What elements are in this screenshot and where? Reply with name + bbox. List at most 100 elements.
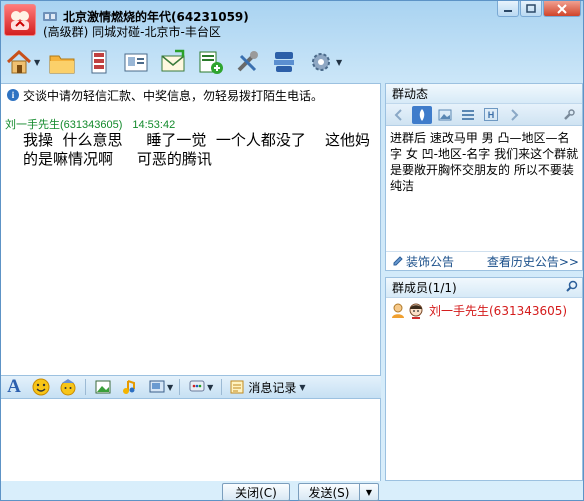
home-icon [6,49,32,74]
settings-badge-icon [274,52,294,72]
history-announcement-link[interactable]: 查看历史公告>> [487,253,579,270]
search-icon [566,280,578,292]
history-dropdown-arrow[interactable]: ▼ [299,383,305,392]
tab-list[interactable] [458,106,478,124]
tab-photos[interactable] [435,106,455,124]
tab-scroll-left[interactable] [389,106,409,124]
news-settings-button[interactable] [559,106,579,124]
group-name: 北京激情燃烧的年代(64231059) [63,9,249,24]
toolbar-divider [85,379,86,395]
right-panel: 群动态 H 进群后 速改马甲 男 凸—地区—名字 女 凹-地区-名字 我们来这个… [385,83,583,481]
magic-face-icon [60,379,76,396]
wrench-icon [564,108,575,120]
home-dropdown-arrow[interactable]: ▼ [34,58,42,67]
list-icon [462,109,474,120]
group-album-button[interactable] [83,46,115,78]
tab-homepage[interactable]: H [481,106,501,124]
group-mail-button[interactable] [157,46,189,78]
font-icon: A [7,376,21,397]
send-button[interactable]: 发送(S) [298,483,360,501]
send-options-button[interactable]: ▼ [359,483,379,501]
maximize-button[interactable] [520,1,542,17]
member-list-item[interactable]: 刘一手先生(631343605) [386,298,582,319]
homepage-icon: H [484,108,498,121]
message-header: 刘一手先生(631343605) 14:53:42 [5,116,175,132]
home-button[interactable] [3,46,35,78]
title-row: 北京激情燃烧的年代(64231059) [43,8,249,24]
message-input[interactable] [1,399,381,481]
group-news-footer: 装饰公告 查看历史公告>> [386,251,582,270]
group-share-button[interactable] [46,46,78,78]
message-time: 14:53:42 [132,119,176,131]
window-controls [496,1,581,17]
chevron-left-icon [394,108,402,121]
options-dropdown-arrow[interactable]: ▼ [336,58,344,67]
minimize-icon [504,9,512,12]
chevron-down-icon: ▼ [365,487,373,497]
group-tools-button[interactable] [231,46,263,78]
tab-announcement[interactable] [412,105,432,124]
bottom-bar: 关闭(C) 发送(S) ▼ [1,481,583,501]
announcement-icon [419,108,425,121]
close-window-button[interactable] [543,1,581,17]
group-avatar[interactable] [4,4,36,36]
member-avatar [409,303,423,319]
group-members-title: 群成员(1/1) [392,281,457,295]
decorate-announcement-link[interactable]: 装饰公告 [392,253,454,270]
chat-bubble-icon [189,380,205,392]
message-history-button[interactable]: 消息记录 ▼ [229,379,305,396]
admin-icon [392,303,404,318]
mail-icon [161,49,185,72]
invite-member-button[interactable] [194,46,226,78]
album-icon [91,50,107,74]
toolbar-divider [179,379,181,395]
title-bar[interactable]: 北京激情燃烧的年代(64231059) (高级群) 同城对碰-北京市-丰台区 [1,1,583,41]
screenshot-icon [149,380,165,393]
close-button[interactable]: 关闭(C) [222,483,290,501]
chevron-right-icon [511,108,519,121]
screenshot-dropdown-arrow[interactable]: ▼ [167,383,173,392]
input-toolbar: A ▼ ▼ 消息记录 ▼ [1,375,381,399]
history-icon [230,380,244,394]
toolbar-divider [221,379,223,395]
music-icon [123,380,135,394]
group-announcement-text: 进群后 速改马甲 男 凸—地区—名字 女 凹-地区-名字 我们来这个群就是要敞开… [390,131,579,193]
send-image-button[interactable] [93,377,113,397]
group-settings-badge-button[interactable] [268,46,300,78]
message-history-label: 消息记录 [248,380,297,395]
tools-icon [237,51,258,72]
member-card-button[interactable] [120,46,152,78]
group-avatar-icon [11,11,29,30]
card-icon [124,53,148,72]
font-button[interactable]: A [4,376,24,397]
maximize-icon [526,4,536,13]
chat-history[interactable]: i 交谈中请勿轻信汇款、中奖信息，勿轻易拨打陌生电话。 刘一手先生(631343… [1,83,381,375]
chat-mode-button[interactable] [187,377,207,397]
decorate-announcement-label: 装饰公告 [406,254,455,269]
tab-scroll-right[interactable] [504,106,524,124]
message-sender[interactable]: 刘一手先生 [5,119,60,131]
group-news-tabs: H [386,104,582,126]
message-sender-id: (631343605) [60,119,123,131]
member-search-button[interactable] [566,280,578,295]
group-members-panel: 群成员(1/1) 刘一手先生(631343605) [385,277,583,481]
group-news-panel: 群动态 H 进群后 速改马甲 男 凸—地区—名字 女 凹-地区-名字 我们来这个… [385,83,583,271]
group-type-icon [43,11,57,22]
magic-emoticon-button[interactable] [58,377,78,397]
security-tip: i 交谈中请勿轻信汇款、中奖信息，勿轻易拨打陌生电话。 [1,84,380,106]
group-subtitle: (高级群) 同城对碰-北京市-丰台区 [43,25,221,39]
close-icon [557,3,567,14]
main-toolbar: ▼ ▼ [1,43,583,81]
smiley-icon [32,378,50,396]
music-button[interactable] [120,377,140,397]
gear-icon [312,53,330,71]
member-name[interactable]: 刘一手先生(631343605) [429,302,567,319]
group-news-header: 群动态 [386,84,582,104]
group-options-button[interactable] [305,46,337,78]
screenshot-button[interactable] [147,377,167,397]
info-icon: i [7,89,19,101]
chat-mode-dropdown-arrow[interactable]: ▼ [207,383,213,392]
emoticon-button[interactable] [31,377,51,397]
photo-icon [438,109,452,120]
minimize-button[interactable] [497,1,519,17]
